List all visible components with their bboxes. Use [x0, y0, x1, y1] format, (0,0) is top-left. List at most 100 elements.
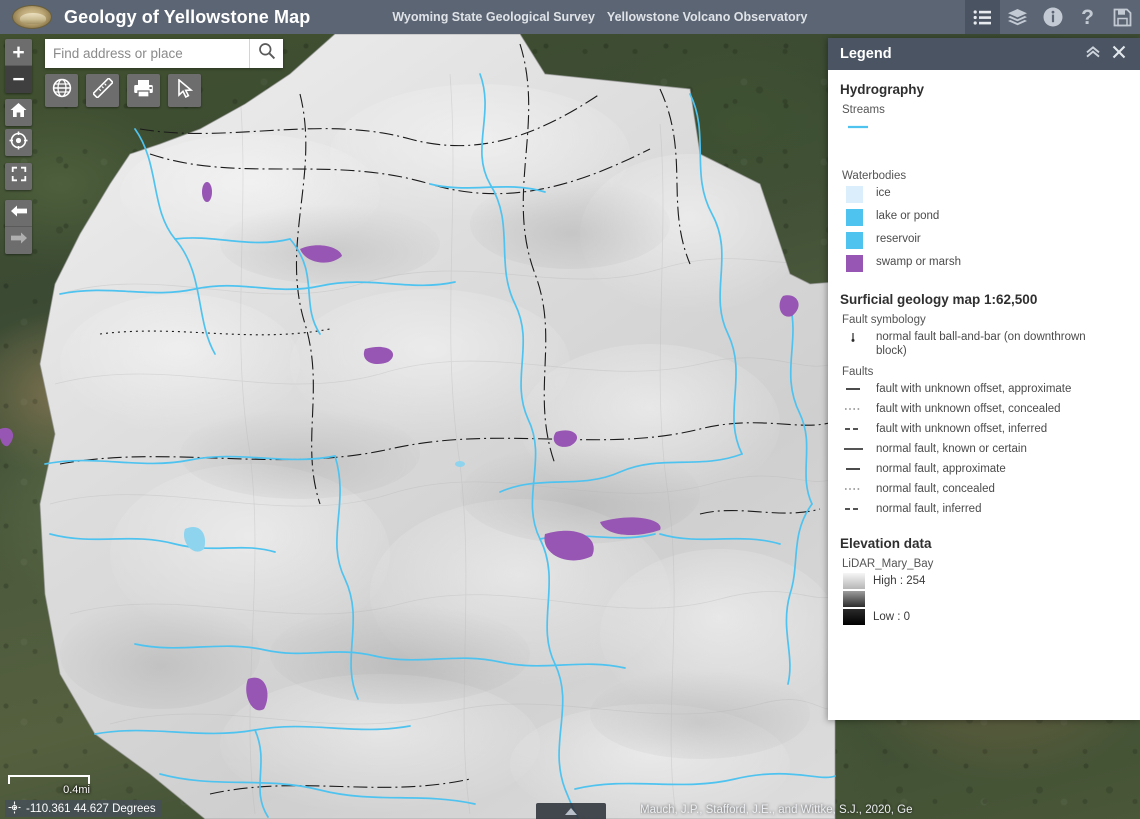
crosshair-target-icon [9, 131, 28, 155]
legend-item-label: normal fault, concealed [876, 483, 995, 495]
printer-icon [133, 79, 154, 103]
legend-item-label: reservoir [876, 233, 921, 245]
measure-button[interactable] [86, 74, 119, 107]
legend-item-label: High : 254 [873, 575, 926, 587]
help-tool[interactable]: ? [1070, 0, 1105, 34]
zoom-out-button[interactable]: − [5, 66, 32, 93]
legend-item-fault-unknown-concealed: fault with unknown offset, concealed [840, 401, 1130, 416]
fault-line-swatch [840, 461, 868, 476]
zoom-out-label: − [12, 68, 25, 91]
legend-item-normal-fault-concealed: normal fault, concealed [840, 481, 1130, 496]
fault-line-swatch [840, 381, 868, 396]
legend-panel: Legend Hydrography Streams Waterbodies i… [828, 38, 1140, 720]
home-icon [10, 102, 27, 123]
legend-item-label: normal fault, approximate [876, 463, 1006, 475]
search-widget[interactable] [45, 39, 283, 68]
my-location-button[interactable] [5, 129, 32, 156]
legend-item-normal-fault-known: normal fault, known or certain [840, 441, 1130, 456]
layers-stack-icon [1007, 8, 1028, 26]
layers-tool[interactable] [1000, 0, 1035, 34]
overview-map-toggle[interactable] [536, 803, 606, 819]
legend-group-hydrography: Hydrography [840, 82, 925, 97]
legend-item-label: normal fault ball-and-bar (on downthrown… [876, 331, 1086, 357]
fault-line-swatch [840, 501, 868, 516]
print-button[interactable] [127, 74, 160, 107]
select-button[interactable] [168, 74, 201, 107]
legend-item-ice: ice [840, 185, 1130, 203]
legend-item-label: fault with unknown offset, approximate [876, 383, 1072, 395]
header-link-yvo[interactable]: Yellowstone Volcano Observatory [607, 10, 808, 24]
ice-color-swatch [840, 185, 868, 203]
legend-item-label: fault with unknown offset, inferred [876, 423, 1048, 435]
legend-item-stream [840, 119, 1130, 134]
close-x-icon [1112, 45, 1126, 64]
arrow-left-icon [10, 204, 28, 223]
elevation-ramp-swatch-low [843, 609, 865, 625]
floppy-save-icon [1113, 8, 1132, 27]
legend-item-label: normal fault, inferred [876, 503, 982, 515]
next-extent-button[interactable] [5, 227, 32, 254]
legend-collapse-button[interactable] [1080, 41, 1106, 67]
previous-extent-button[interactable] [5, 200, 32, 227]
legend-panel-header: Legend [828, 38, 1140, 70]
zoom-in-button[interactable]: + [5, 39, 32, 66]
question-mark-icon: ? [1081, 5, 1094, 29]
app-header: Geology of Yellowstone Map Wyoming State… [0, 0, 1140, 34]
legend-sublabel-lidar: LiDAR_Mary_Bay [842, 558, 934, 570]
header-links: Wyoming State Geological Survey Yellowst… [392, 10, 807, 24]
fullscreen-corners-icon [11, 166, 27, 187]
header-link-wsgs[interactable]: Wyoming State Geological Survey [392, 10, 595, 24]
legend-item-swamp-or-marsh: swamp or marsh [840, 254, 1130, 272]
map-application: Geology of Yellowstone Map Wyoming State… [0, 0, 1140, 819]
triangle-up-icon [565, 807, 577, 815]
legend-item-label: swamp or marsh [876, 256, 961, 268]
elevation-ramp-swatch-mid [843, 591, 865, 607]
legend-item-elevation-high: High : 254 [840, 573, 1130, 589]
reservoir-color-swatch [840, 231, 868, 249]
agency-seal-logo [12, 5, 52, 29]
fault-line-swatch [840, 401, 868, 416]
legend-item-normal-fault-approximate: normal fault, approximate [840, 461, 1130, 476]
legend-item-elevation-mid [840, 591, 1130, 607]
save-tool[interactable] [1105, 0, 1140, 34]
search-input[interactable] [45, 40, 249, 67]
coordinate-value: -110.361 44.627 Degrees [26, 802, 156, 815]
legend-item-label: normal fault, known or certain [876, 443, 1027, 455]
legend-item-label: fault with unknown offset, concealed [876, 403, 1061, 415]
arrow-right-icon [10, 231, 28, 250]
stream-line-swatch [844, 119, 872, 134]
legend-item-ball-and-bar: normal fault ball-and-bar (on downthrown… [840, 329, 1130, 358]
legend-item-elevation-low: Low : 0 [840, 609, 1130, 625]
legend-item-label: Low : 0 [873, 611, 911, 623]
default-extent-button[interactable] [5, 99, 32, 126]
basemap-gallery-button[interactable] [45, 74, 78, 107]
ruler-icon [92, 77, 113, 103]
search-submit-button[interactable] [249, 39, 283, 68]
coordinate-readout[interactable]: -110.361 44.627 Degrees [5, 800, 162, 817]
map-tool-row [45, 74, 201, 107]
legend-group-surficial-geology: Surficial geology map 1:62,500 [840, 292, 1038, 307]
crosshair-small-icon [8, 801, 21, 817]
page-title: Geology of Yellowstone Map [64, 6, 311, 27]
legend-panel-title: Legend [840, 46, 892, 62]
legend-item-normal-fault-inferred: normal fault, inferred [840, 501, 1130, 516]
legend-sublabel-fault-symbology: Fault symbology [842, 314, 926, 326]
fault-line-swatch [840, 421, 868, 436]
legend-item-lake-or-pond: lake or pond [840, 208, 1130, 226]
extent-history-group [5, 200, 32, 254]
legend-item-label: ice [876, 187, 891, 199]
zoom-control-group: + − [5, 39, 32, 93]
fault-line-swatch [840, 441, 868, 456]
legend-item-reservoir: reservoir [840, 231, 1130, 249]
magnifier-icon [258, 42, 276, 65]
legend-tool[interactable] [965, 0, 1000, 34]
about-tool[interactable] [1035, 0, 1070, 34]
info-circle-icon [1042, 6, 1064, 28]
legend-content: Hydrography Streams Waterbodies ice lake… [828, 70, 1140, 720]
legend-sublabel-streams: Streams [842, 104, 885, 116]
legend-close-button[interactable] [1106, 41, 1132, 67]
full-extent-button[interactable] [5, 163, 32, 190]
ball-and-bar-swatch [840, 329, 868, 344]
scale-bar-label: 0.4mi [63, 784, 90, 796]
scale-bar: 0.4mi [8, 775, 90, 797]
